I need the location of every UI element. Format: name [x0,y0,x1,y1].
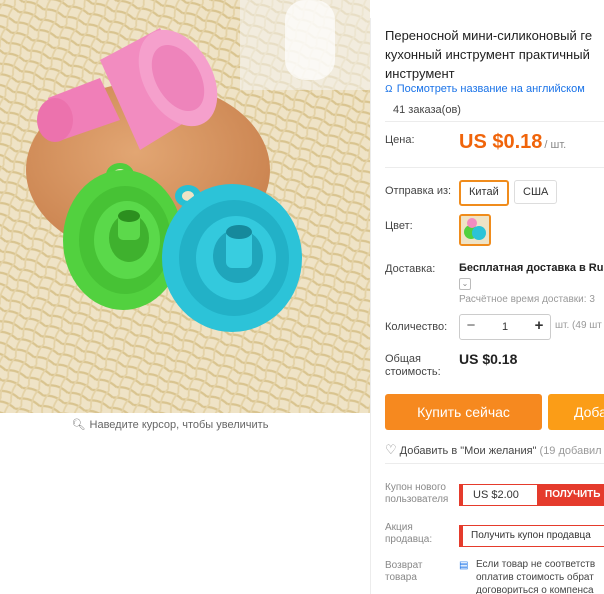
delivery-estimate: Расчётное время доставки: 3 [459,294,595,305]
delivery-label: Доставка: [385,263,436,275]
ship-from-option-china[interactable]: Китай [459,180,509,206]
seller-promo-label: Акция продавца: [385,522,433,545]
quantity-input[interactable]: 1 [482,315,528,339]
delivery-value: Бесплатная доставка в Rus [459,262,604,274]
search-icon: 🔍︎ [71,419,86,431]
get-coupon-button[interactable]: ПОЛУЧИТЬ [537,485,604,505]
new-user-coupon-label: Купон нового пользователя [385,482,449,505]
blue-funnel [162,184,302,332]
chevron-down-icon[interactable]: ⌄ [459,278,471,290]
new-user-coupon: US $2.00 ПОЛУЧИТЬ [459,484,604,506]
translate-icon: Ω [385,84,393,95]
product-title: Переносной мини-силиконовый ге кухонный … [385,28,593,81]
quantity-label: Количество: [385,321,448,333]
total-value: US $0.18 [459,351,518,367]
ship-from-option-usa[interactable]: США [514,180,558,204]
translate-link[interactable]: Ω Посмотреть название на английском [385,83,604,95]
ship-from-label: Отправка из: [385,185,452,197]
price-label: Цена: [385,134,415,146]
add-to-cart-button[interactable]: Доба [548,394,604,430]
divider [370,18,371,594]
quantity-decrease-button[interactable]: − [460,315,482,339]
add-to-wishlist-link[interactable]: ♡ Добавить в "Мои желания" (19 добавил [385,442,602,458]
total-label: Общая стоимость: [385,353,441,378]
coupon-amount: US $2.00 [473,489,519,501]
product-image[interactable] [0,0,370,413]
get-seller-coupon-button[interactable]: Получить купон продавца [459,525,604,547]
price-value: US $0.18/ шт. [459,131,567,153]
color-option-thumbnail[interactable] [459,214,491,246]
product-info: Переносной мини-силиконовый ге кухонный … [385,0,604,594]
quantity-stepper[interactable]: − 1 + [459,314,551,340]
return-policy-text: Если товар не соответств оплатив стоимос… [476,559,596,594]
zoom-hint: 🔍︎ Наведите курсор, чтобы увеличить [71,419,269,431]
color-label: Цвет: [385,220,413,232]
buy-now-button[interactable]: Купить сейчас [385,394,542,430]
return-policy-icon: ▤ [459,560,469,571]
divider [385,121,604,122]
returns-label: Возврат товара [385,560,423,583]
quantity-increase-button[interactable]: + [528,315,550,339]
divider [385,167,604,168]
stock-available: шт. (49 шт [555,320,602,331]
orders-count: 41 заказа(ов) [393,104,461,116]
divider [385,463,604,464]
heart-plus-icon: ♡ [385,442,397,457]
